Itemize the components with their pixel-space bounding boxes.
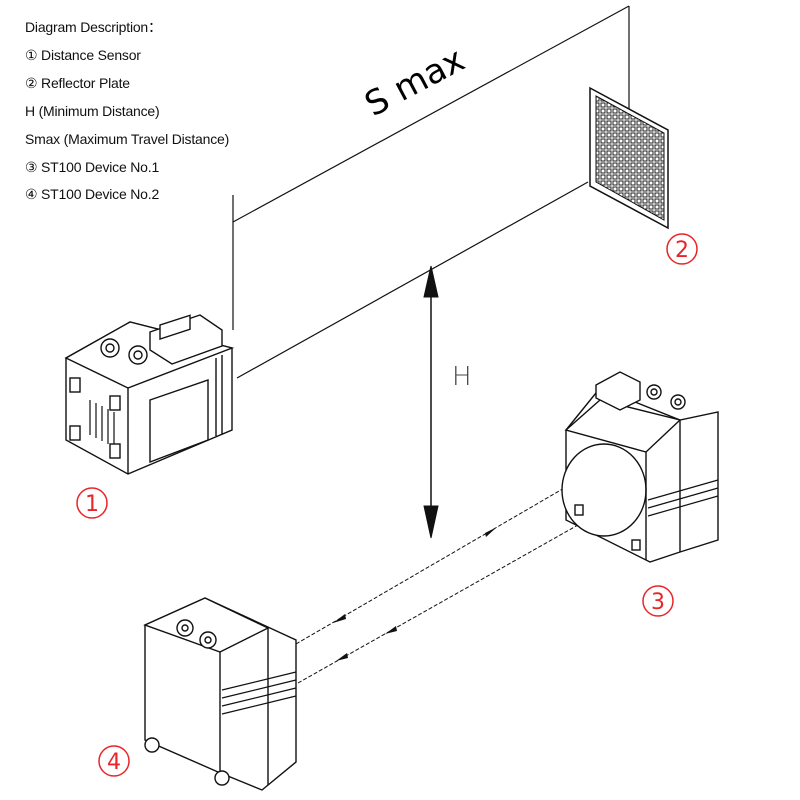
st100-device-2 [143,597,297,791]
smax-label: S max [358,40,471,125]
callout-2: 2 [666,233,698,265]
callout-1: 1 [76,487,108,519]
reflector-plate [589,86,669,230]
st100-device-1 [561,371,719,563]
distance-sensor-device [64,314,235,475]
smax-dimension-line [232,5,630,223]
callout-label: 4 [107,750,121,775]
h-arrow-down [423,505,439,539]
callout-label: 1 [85,492,99,517]
callout-4: 4 [98,745,130,777]
beam-arrow-2 [485,527,497,537]
sensor-to-reflector-line [236,181,589,379]
beam-arrow-3 [336,653,348,661]
callout-label: 2 [675,238,689,263]
h-dimension [423,265,439,539]
callout-3: 3 [642,585,674,617]
beam-lines [295,486,579,684]
h-arrow-up [423,265,439,298]
callout-label: 3 [651,590,665,615]
beam-arrow-1 [333,614,346,623]
h-label: H [452,362,472,392]
setup-diagram: S max H 1 2 3 4 [64,5,719,791]
beam-arrow-4 [385,626,397,634]
